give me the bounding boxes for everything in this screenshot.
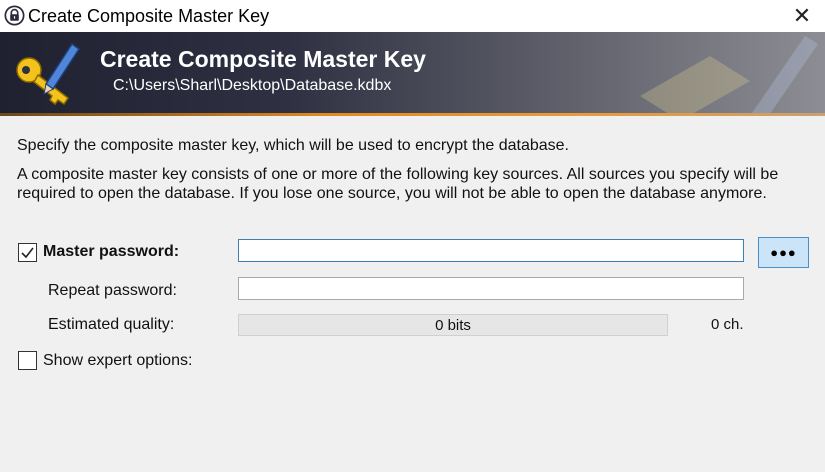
- close-icon: ✕: [792, 3, 812, 28]
- checkmark-icon: [21, 247, 34, 259]
- lock-icon: [4, 5, 25, 26]
- header-banner: Create Composite Master Key C:\Users\Sha…: [0, 32, 825, 116]
- expert-options-label: Show expert options:: [43, 352, 193, 369]
- intro-text: Specify the composite master key, which …: [17, 137, 569, 154]
- master-password-input[interactable]: [238, 239, 744, 262]
- description-text: A composite master key consists of one o…: [17, 166, 779, 202]
- close-button[interactable]: ✕: [779, 0, 825, 32]
- show-password-button[interactable]: ●●●: [758, 237, 809, 268]
- banner-heading: Create Composite Master Key: [100, 46, 426, 72]
- quality-progress-bar: 0 bits: [238, 314, 668, 336]
- title-bar: Create Composite Master Key ✕: [0, 0, 825, 32]
- quality-bits-text: 0 bits: [435, 316, 471, 334]
- window-title: Create Composite Master Key: [28, 6, 270, 26]
- key-pen-watermark-icon: [640, 36, 818, 116]
- database-path: C:\Users\Sharl\Desktop\Database.kdbx: [113, 77, 392, 94]
- character-count: 0 ch.: [711, 316, 744, 333]
- dots-icon: ●●●: [770, 245, 797, 260]
- master-password-label: Master password:: [43, 243, 180, 260]
- key-pen-icon: [16, 42, 81, 106]
- master-password-checkbox[interactable]: [18, 243, 37, 262]
- expert-options-checkbox[interactable]: [18, 351, 37, 370]
- banner-accent-line: [0, 113, 825, 116]
- repeat-password-input[interactable]: [238, 277, 744, 300]
- estimated-quality-label: Estimated quality:: [48, 316, 175, 333]
- repeat-password-label: Repeat password:: [48, 282, 177, 299]
